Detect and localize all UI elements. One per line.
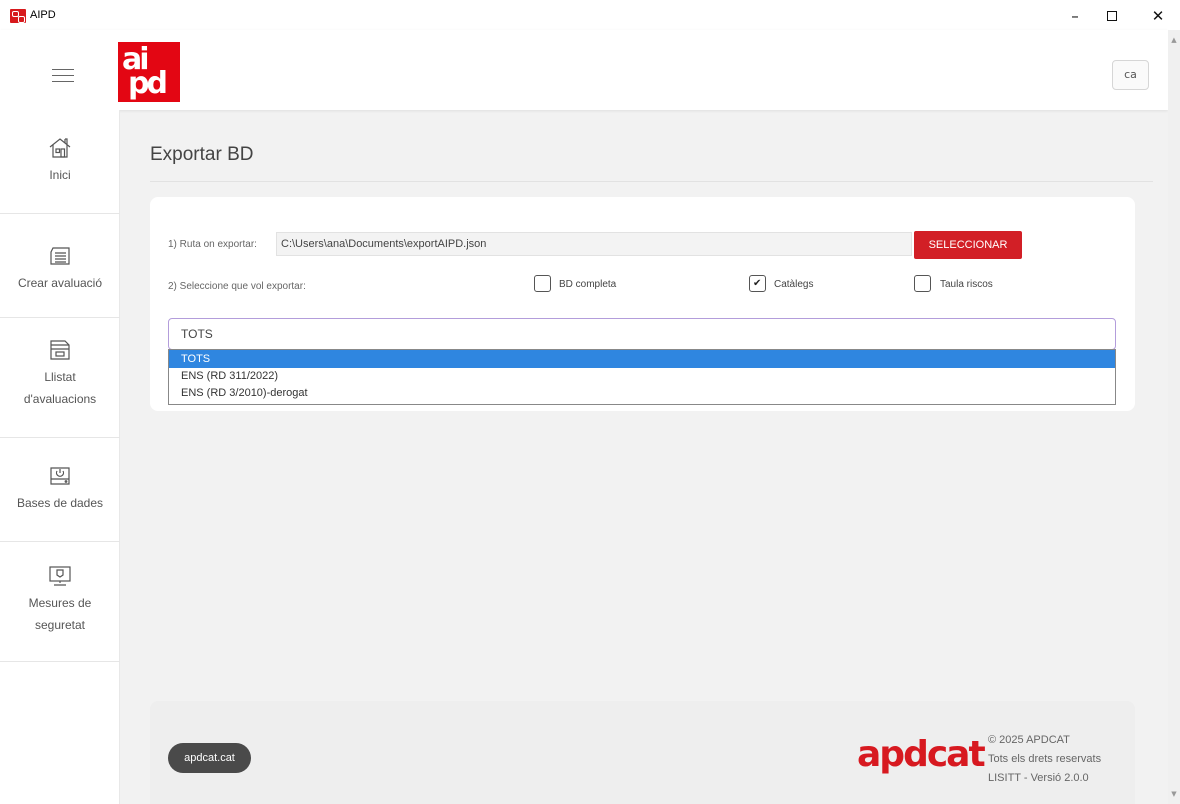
sidebar: Inici Crear avaluació Llistat d'avaluaci…	[0, 110, 120, 804]
aipd-logo: ai pd	[118, 42, 180, 102]
minimize-button[interactable]: –	[1060, 5, 1090, 27]
window-title: AIPD	[30, 9, 56, 21]
logo-text-bottom: pd	[128, 66, 168, 101]
home-icon	[48, 136, 72, 160]
maximize-button[interactable]	[1097, 5, 1127, 27]
copyright-text: © 2025 APDCAT	[988, 734, 1070, 746]
sidebar-item-crear-avaluacio[interactable]: Crear avaluació	[0, 214, 120, 318]
page-title: Exportar BD	[150, 144, 254, 165]
window-title-bar: AIPD – ✕	[0, 0, 1180, 30]
hamburger-menu-icon[interactable]	[52, 69, 74, 83]
sidebar-item-mesures[interactable]: Mesures de seguretat	[0, 542, 120, 662]
rights-text: Tots els drets reservats	[988, 753, 1102, 765]
language-button[interactable]: ca	[1112, 60, 1149, 90]
select-path-button[interactable]: SELECCIONAR	[914, 231, 1022, 259]
dropdown-option-ens-2022[interactable]: ENS (RD 311/2022)	[169, 368, 1115, 384]
checkbox-label-catalegs: Catàlegs	[774, 279, 814, 290]
sidebar-item-llistat[interactable]: Llistat d'avaluacions	[0, 318, 120, 438]
app-icon	[10, 9, 26, 23]
checkbox-label-taula-riscos: Taula riscos	[940, 279, 993, 290]
document-icon	[48, 244, 72, 268]
footer: apdcat.cat apdcat © 2025 APDCAT Tots els…	[150, 701, 1135, 804]
dropdown-option-ens-2010[interactable]: ENS (RD 3/2010)-derogat	[169, 385, 1115, 401]
title-divider	[150, 181, 1153, 182]
database-icon	[48, 464, 72, 488]
vertical-scrollbar[interactable]: ▲ ▼	[1168, 30, 1180, 804]
checkbox-bd-completa[interactable]	[534, 275, 551, 292]
monitor-shield-icon	[48, 564, 72, 588]
sidebar-item-label: Llistat d'avaluacions	[23, 370, 97, 406]
dropdown-option-tots[interactable]: TOTS	[169, 350, 1115, 368]
path-label: 1) Ruta on exportar:	[168, 239, 257, 250]
checkbox-label-bd-completa: BD completa	[559, 279, 617, 290]
checkbox-taula-riscos[interactable]	[914, 275, 931, 292]
sidebar-item-label: Crear avaluació	[17, 276, 103, 290]
export-card: 1) Ruta on exportar: C:\Users\ana\Docume…	[150, 197, 1135, 411]
close-button[interactable]: ✕	[1143, 5, 1173, 27]
main-content: Exportar BD 1) Ruta on exportar: C:\User…	[120, 110, 1168, 804]
version-text: LISITT - Versió 2.0.0	[988, 772, 1089, 784]
catalog-dropdown-list: TOTS ENS (RD 311/2022) ENS (RD 3/2010)-d…	[168, 349, 1116, 405]
catalog-select[interactable]: TOTS	[168, 318, 1116, 350]
apdcat-logo: apdcat	[857, 734, 986, 775]
maximize-icon	[1107, 11, 1117, 21]
footer-info: © 2025 APDCAT Tots els drets reservats L…	[988, 731, 1101, 788]
export-type-label: 2) Seleccione que vol exportar:	[168, 281, 306, 292]
export-path-input[interactable]: C:\Users\ana\Documents\exportAIPD.json	[276, 232, 912, 256]
scroll-down-icon[interactable]: ▼	[1170, 790, 1178, 798]
sidebar-item-label: Inici	[49, 168, 71, 182]
app-header: ai pd ca	[0, 30, 1168, 110]
sidebar-item-label: Bases de dades	[16, 496, 104, 510]
apdcat-link-button[interactable]: apdcat.cat	[168, 743, 251, 773]
sidebar-item-bases-de-dades[interactable]: Bases de dades	[0, 438, 120, 542]
sidebar-item-inici[interactable]: Inici	[0, 110, 120, 214]
scroll-up-icon[interactable]: ▲	[1170, 36, 1178, 44]
checkbox-catalegs[interactable]	[749, 275, 766, 292]
folder-list-icon	[48, 338, 72, 362]
sidebar-item-label: Mesures de seguretat	[28, 596, 92, 632]
